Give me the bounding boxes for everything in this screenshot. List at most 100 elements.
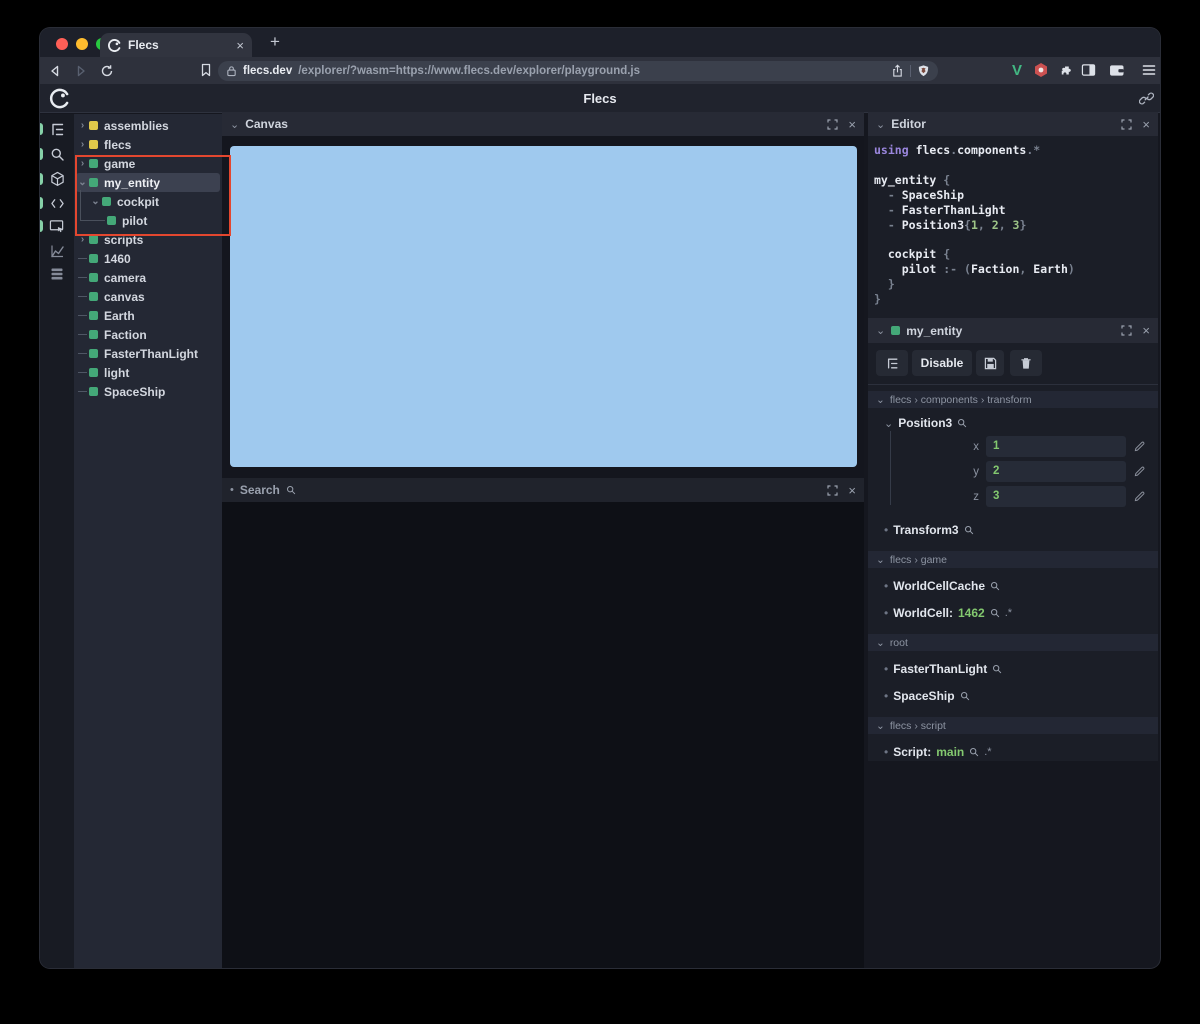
browser-menu-icon[interactable] bbox=[1138, 59, 1160, 81]
search-icon[interactable] bbox=[964, 525, 974, 535]
fullscreen-icon[interactable] bbox=[1121, 325, 1133, 336]
delete-trash-icon[interactable] bbox=[1010, 350, 1042, 376]
search-icon[interactable] bbox=[990, 581, 1000, 591]
tree-item-earth[interactable]: Earth bbox=[74, 306, 222, 325]
field-value-input[interactable]: 3 bbox=[986, 486, 1126, 507]
new-tab-button[interactable]: + bbox=[264, 31, 286, 53]
chevron-down-icon[interactable]: ⌄ bbox=[876, 720, 885, 732]
tab-title: Flecs bbox=[128, 38, 159, 52]
field-value-input[interactable]: 2 bbox=[986, 461, 1126, 482]
browser-window: Flecs × + flecs.dev /explorer/?wasm=http… bbox=[40, 28, 1160, 968]
fullscreen-icon[interactable] bbox=[827, 118, 839, 130]
minimize-window-button[interactable] bbox=[76, 38, 88, 50]
section-root[interactable]: ⌄ root bbox=[868, 634, 1158, 651]
component-value[interactable]: 1462 bbox=[958, 606, 985, 620]
wallet-icon[interactable] bbox=[1106, 59, 1128, 81]
chevron-down-icon[interactable]: ⌄ bbox=[876, 118, 885, 131]
search-icon[interactable] bbox=[992, 664, 1002, 674]
chevron-down-icon[interactable]: ⌄ bbox=[876, 394, 885, 406]
chevron-down-icon[interactable]: ⌄ bbox=[884, 417, 893, 430]
edit-pencil-icon[interactable] bbox=[1134, 491, 1145, 502]
save-icon[interactable] bbox=[976, 350, 1004, 376]
forward-button[interactable] bbox=[70, 60, 92, 82]
close-icon[interactable]: × bbox=[848, 483, 856, 498]
tree-item-canvas[interactable]: canvas bbox=[74, 287, 222, 306]
back-button[interactable] bbox=[44, 60, 66, 82]
render-canvas[interactable] bbox=[230, 146, 857, 467]
component-worldcell[interactable]: • WorldCell: 1462 .* bbox=[868, 604, 1158, 622]
chevron-down-icon[interactable]: ⌄ bbox=[876, 637, 885, 649]
chevron-down-icon[interactable]: ⌄ bbox=[876, 554, 885, 566]
tree-item-label: Faction bbox=[104, 327, 147, 342]
section-script[interactable]: ⌄ flecs › script bbox=[868, 717, 1158, 734]
close-icon[interactable]: × bbox=[1142, 323, 1150, 338]
code-editor[interactable]: using flecs.components.* my_entity { - S… bbox=[868, 136, 1158, 318]
tree-item-1460[interactable]: 1460 bbox=[74, 249, 222, 268]
chevron-down-icon[interactable]: ⌄ bbox=[876, 324, 885, 337]
canvas-panel-icon[interactable] bbox=[40, 214, 74, 238]
disable-button[interactable]: Disable bbox=[912, 350, 972, 376]
stats-chart-icon[interactable] bbox=[40, 239, 74, 263]
section-game[interactable]: ⌄ flecs › game bbox=[868, 551, 1158, 568]
entities-cube-icon[interactable] bbox=[40, 167, 74, 191]
bullet-icon: • bbox=[884, 662, 889, 676]
search-icon[interactable] bbox=[990, 608, 1000, 618]
tree-item-faction[interactable]: Faction bbox=[74, 325, 222, 344]
tree-item-light[interactable]: light bbox=[74, 363, 222, 382]
chevron-down-icon[interactable]: ⌄ bbox=[230, 118, 239, 131]
show-tree-button[interactable] bbox=[876, 350, 908, 376]
reload-button[interactable] bbox=[96, 60, 118, 82]
tab-close-icon[interactable]: × bbox=[236, 38, 244, 53]
divider bbox=[868, 384, 1158, 385]
bookmark-icon[interactable] bbox=[195, 59, 217, 81]
logs-rows-icon[interactable] bbox=[40, 262, 74, 286]
component-spaceship[interactable]: • SpaceShip bbox=[868, 687, 1158, 705]
component-transform3[interactable]: • Transform3 bbox=[868, 521, 1158, 539]
field-value-input[interactable]: 1 bbox=[986, 436, 1126, 457]
module-square-icon bbox=[89, 140, 98, 149]
tree-panel-icon[interactable] bbox=[40, 117, 74, 141]
chevron-right-icon[interactable]: › bbox=[78, 235, 87, 245]
share-link-icon[interactable] bbox=[1139, 91, 1154, 106]
component-worldcellcache[interactable]: • WorldCellCache bbox=[868, 577, 1158, 595]
extension-hexagon-icon[interactable] bbox=[1030, 59, 1052, 81]
sidebar-toggle-icon[interactable] bbox=[1077, 59, 1099, 81]
screen-background: Flecs × + flecs.dev /explorer/?wasm=http… bbox=[0, 0, 1200, 1024]
edit-pencil-icon[interactable] bbox=[1134, 466, 1145, 477]
component-value[interactable]: main bbox=[936, 745, 964, 759]
share-icon[interactable] bbox=[891, 64, 904, 78]
module-square-icon bbox=[89, 121, 98, 130]
tree-item-camera[interactable]: camera bbox=[74, 268, 222, 287]
component-position3[interactable]: ⌄ Position3 bbox=[868, 414, 1158, 432]
brave-shield-icon[interactable] bbox=[917, 64, 930, 78]
close-icon[interactable]: × bbox=[848, 117, 856, 132]
component-script[interactable]: • Script: main .* bbox=[868, 743, 1158, 761]
close-window-button[interactable] bbox=[56, 38, 68, 50]
tree-item-fasterthanlight[interactable]: FasterThanLight bbox=[74, 344, 222, 363]
extensions-puzzle-icon[interactable] bbox=[1054, 59, 1076, 81]
close-icon[interactable]: × bbox=[1142, 117, 1150, 132]
search-icon[interactable] bbox=[969, 747, 979, 757]
tree-item-label: Earth bbox=[104, 308, 135, 323]
tree-item-flecs[interactable]: › flecs bbox=[74, 135, 222, 154]
tree-item-label: assemblies bbox=[104, 118, 169, 133]
chevron-right-icon[interactable]: › bbox=[78, 121, 87, 131]
extension-vue-icon[interactable]: V bbox=[1006, 59, 1028, 81]
chevron-right-icon[interactable]: › bbox=[78, 140, 87, 150]
fullscreen-icon[interactable] bbox=[827, 484, 839, 496]
section-transform[interactable]: ⌄ flecs › components › transform bbox=[868, 391, 1158, 408]
edit-pencil-icon[interactable] bbox=[1134, 441, 1145, 452]
fullscreen-icon[interactable] bbox=[1121, 118, 1133, 130]
search-icon[interactable] bbox=[957, 418, 967, 428]
editor-code-icon[interactable] bbox=[40, 191, 74, 215]
component-fasterthanlight[interactable]: • FasterThanLight bbox=[868, 660, 1158, 678]
tab-flecs[interactable]: Flecs × bbox=[100, 33, 252, 57]
bullet-icon[interactable]: • bbox=[230, 484, 234, 496]
component-label: FasterThanLight bbox=[893, 662, 988, 676]
entity-square-icon bbox=[89, 235, 98, 244]
search-icon[interactable] bbox=[960, 691, 970, 701]
url-bar[interactable]: flecs.dev /explorer/?wasm=https://www.fl… bbox=[218, 61, 938, 81]
tree-item-assemblies[interactable]: › assemblies bbox=[74, 116, 222, 135]
tree-item-spaceship[interactable]: SpaceShip bbox=[74, 382, 222, 401]
query-search-icon[interactable] bbox=[40, 142, 74, 166]
